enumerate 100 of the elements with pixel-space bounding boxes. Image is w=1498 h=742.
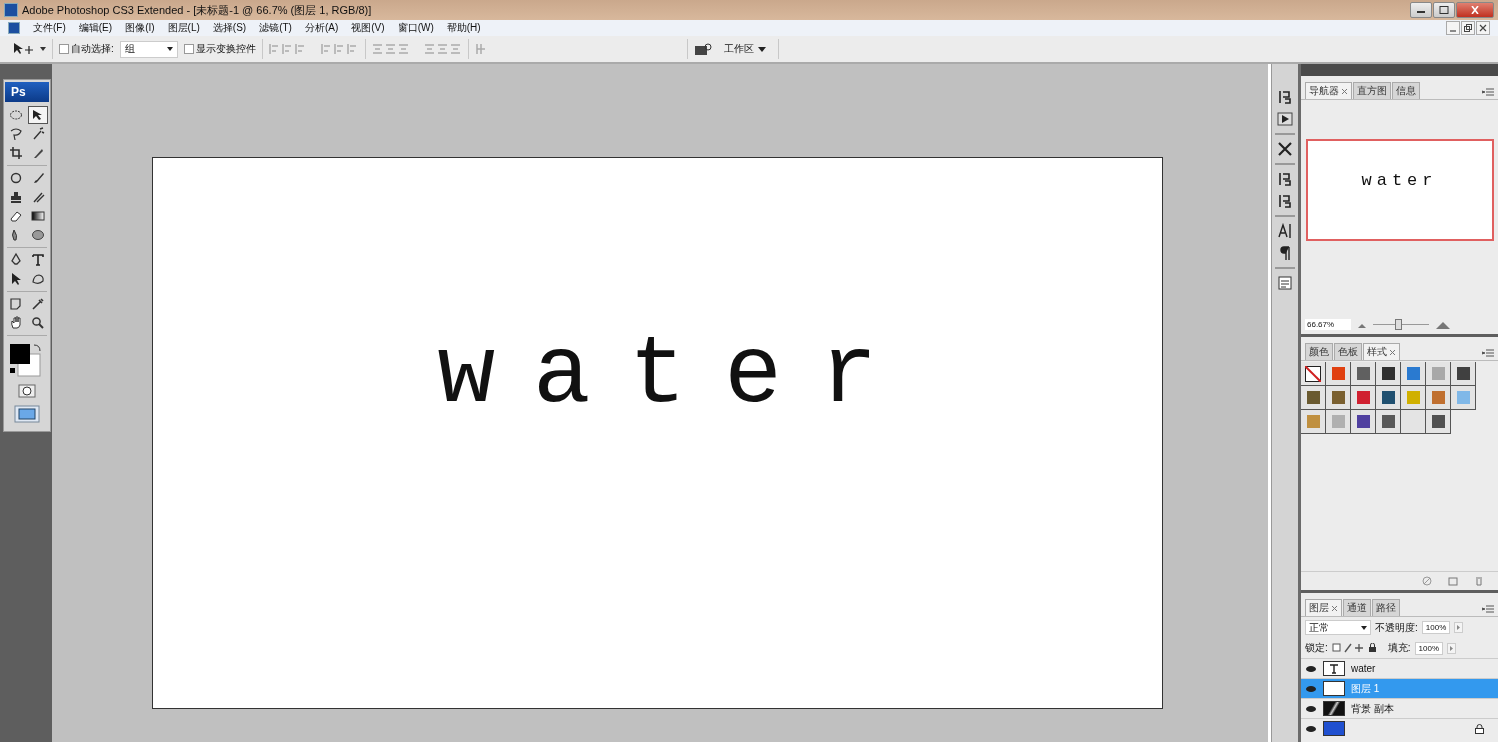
style-swatch[interactable] bbox=[1451, 386, 1476, 410]
style-swatch[interactable] bbox=[1401, 386, 1426, 410]
panel-tab[interactable]: 导航器 bbox=[1305, 82, 1352, 99]
move-tool-icon[interactable] bbox=[12, 42, 34, 56]
navigator-preview[interactable]: water bbox=[1305, 138, 1494, 241]
style-swatch[interactable] bbox=[1376, 410, 1401, 434]
eye-icon[interactable] bbox=[1305, 724, 1317, 733]
close-icon bbox=[1470, 6, 1480, 14]
layer-row[interactable]: 背景 副本 bbox=[1301, 698, 1498, 718]
fill-field[interactable]: 100% bbox=[1414, 641, 1444, 655]
panel-tab[interactable]: 信息 bbox=[1392, 82, 1420, 99]
panel-tab[interactable]: 样式 bbox=[1363, 343, 1400, 360]
style-swatch[interactable] bbox=[1426, 386, 1451, 410]
eye-icon[interactable] bbox=[1305, 664, 1317, 673]
quick-mask-icon[interactable] bbox=[18, 384, 36, 398]
opacity-stepper[interactable] bbox=[1454, 622, 1464, 633]
style-swatch[interactable] bbox=[1351, 386, 1376, 410]
wrench-icon[interactable] bbox=[1277, 141, 1293, 157]
auto-select-checkbox[interactable]: 自动选择: bbox=[59, 42, 114, 56]
caret-icon bbox=[166, 47, 173, 51]
show-transform-checkbox[interactable]: 显示变换控件 bbox=[183, 42, 256, 56]
style-swatch[interactable] bbox=[1351, 362, 1376, 386]
close-icon[interactable] bbox=[1341, 87, 1348, 95]
caret-icon[interactable] bbox=[40, 47, 46, 51]
document-icon[interactable] bbox=[1277, 275, 1293, 291]
menu-item[interactable]: 分析(A) bbox=[304, 21, 339, 35]
style-swatch[interactable] bbox=[1326, 386, 1351, 410]
close-button[interactable] bbox=[1456, 2, 1494, 18]
lock-options-icon[interactable] bbox=[1331, 643, 1378, 653]
paragraph-icon[interactable] bbox=[1277, 245, 1293, 261]
zoom-field[interactable]: 66.67% bbox=[1305, 319, 1351, 330]
style-swatch[interactable] bbox=[1426, 410, 1451, 434]
style-swatch[interactable] bbox=[1401, 410, 1426, 434]
style-swatch[interactable] bbox=[1426, 362, 1451, 386]
document-icon bbox=[8, 22, 20, 34]
panel-tab[interactable]: 通道 bbox=[1343, 599, 1371, 616]
menu-item[interactable]: 文件(F) bbox=[33, 21, 66, 35]
canvas-text: water bbox=[437, 328, 916, 424]
menu-item[interactable]: 滤镜(T) bbox=[259, 21, 292, 35]
style-swatch[interactable] bbox=[1326, 362, 1351, 386]
panel-tab[interactable]: 颜色 bbox=[1305, 343, 1333, 360]
style-swatch[interactable] bbox=[1301, 386, 1326, 410]
caret-icon bbox=[757, 46, 766, 52]
panel-menu-icon[interactable] bbox=[1482, 349, 1494, 357]
style-swatch[interactable] bbox=[1301, 410, 1326, 434]
new-style-icon[interactable] bbox=[1448, 576, 1458, 586]
restore-button[interactable] bbox=[1461, 21, 1475, 35]
menu-item[interactable]: 视图(V) bbox=[351, 21, 385, 35]
zoom-out-icon[interactable] bbox=[1357, 321, 1367, 328]
eye-icon[interactable] bbox=[1305, 704, 1317, 713]
panel-tab[interactable]: 图层 bbox=[1305, 599, 1342, 616]
panel-menu-icon[interactable] bbox=[1482, 605, 1494, 613]
caret-icon bbox=[1361, 625, 1367, 630]
maximize-button[interactable] bbox=[1433, 2, 1455, 18]
play-icon[interactable] bbox=[1277, 111, 1293, 127]
close-icon bbox=[1479, 24, 1487, 32]
zoom-in-icon[interactable] bbox=[1435, 320, 1451, 329]
panel-menu-icon[interactable] bbox=[1482, 88, 1494, 96]
style-swatch[interactable] bbox=[1376, 362, 1401, 386]
restore-icon bbox=[1464, 24, 1472, 32]
style-swatch[interactable] bbox=[1326, 410, 1351, 434]
menu-item[interactable]: 帮助(H) bbox=[446, 21, 481, 35]
auto-select-dropdown[interactable]: 组 bbox=[119, 40, 178, 58]
close-icon[interactable] bbox=[1389, 348, 1396, 356]
opacity-label: 不透明度: bbox=[1375, 620, 1418, 635]
minimize-button[interactable] bbox=[1410, 2, 1432, 18]
style-swatch[interactable] bbox=[1376, 386, 1401, 410]
type-icon[interactable] bbox=[1277, 223, 1293, 239]
style-swatch[interactable] bbox=[1451, 362, 1476, 386]
screen-mode-icon[interactable] bbox=[14, 405, 40, 423]
window-title: Adobe Photoshop CS3 Extended - [未标题-1 @ 66.7% (图层 1, RGB/8)] bbox=[22, 2, 372, 18]
layer-row[interactable] bbox=[1301, 718, 1498, 738]
menu-item[interactable]: 选择(S) bbox=[212, 21, 247, 35]
maximize-icon bbox=[1439, 6, 1449, 14]
blend-mode-dropdown[interactable]: 正常 bbox=[1305, 620, 1371, 635]
panel-tab[interactable]: 路径 bbox=[1372, 599, 1400, 616]
preview-text: water bbox=[1361, 171, 1438, 190]
menu-item[interactable]: 窗口(W) bbox=[397, 21, 434, 35]
layer-row[interactable]: water bbox=[1301, 658, 1498, 678]
move-tool-icon[interactable] bbox=[28, 106, 48, 124]
style-swatch[interactable] bbox=[1301, 362, 1326, 386]
photoshop-logo: Ps bbox=[5, 82, 49, 102]
menu-item[interactable]: 图层(L) bbox=[167, 21, 200, 35]
menu-item[interactable]: 编辑(E) bbox=[78, 21, 113, 35]
photo-placeholder bbox=[1323, 721, 1345, 736]
opacity-field[interactable]: 100% bbox=[1421, 621, 1451, 634]
camera-icon[interactable] bbox=[693, 42, 712, 56]
workspace-button[interactable]: 工作区 bbox=[717, 42, 772, 56]
menu-item[interactable]: 图像(I) bbox=[125, 21, 155, 35]
layer-name: 图层 1 bbox=[1351, 681, 1380, 696]
style-swatch[interactable] bbox=[1351, 410, 1376, 434]
panel-tab[interactable]: 色板 bbox=[1334, 343, 1362, 360]
fill-stepper[interactable] bbox=[1447, 642, 1457, 654]
photo-placeholder bbox=[1323, 701, 1345, 716]
panel-tab[interactable]: 直方图 bbox=[1353, 82, 1391, 99]
style-swatch[interactable] bbox=[1401, 362, 1426, 386]
layer-name: 背景 副本 bbox=[1351, 701, 1394, 716]
layer-thumbnail bbox=[1323, 681, 1345, 696]
close-icon[interactable] bbox=[1331, 604, 1338, 612]
close-button[interactable] bbox=[1476, 21, 1490, 35]
